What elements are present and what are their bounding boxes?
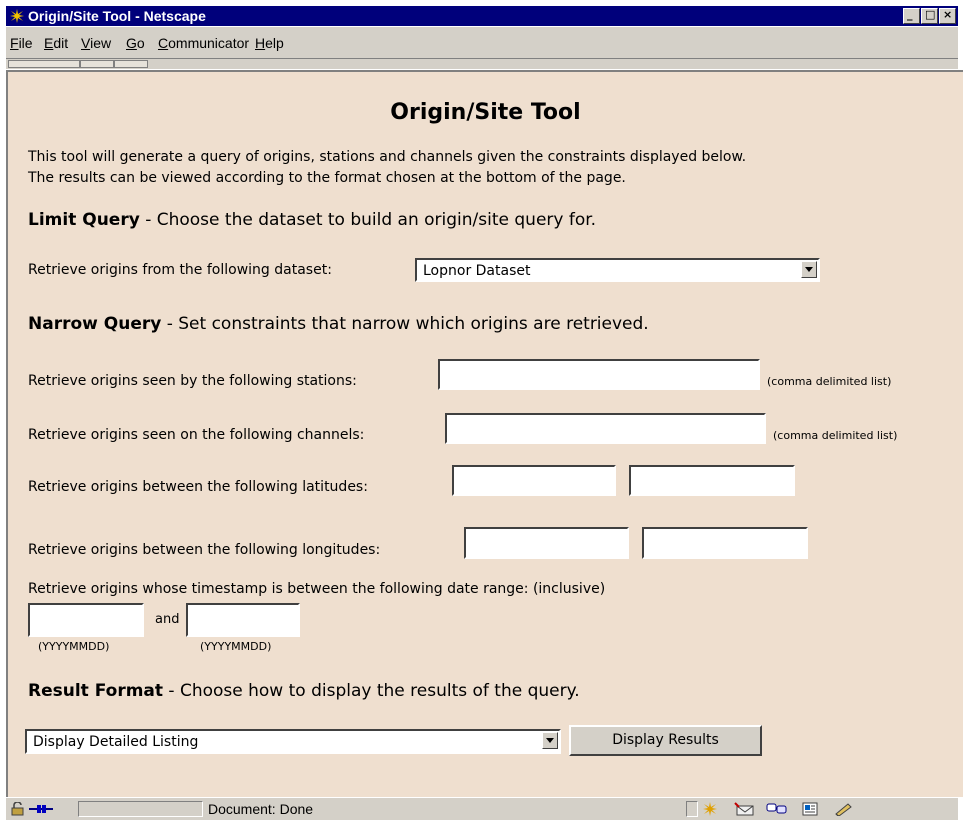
stations-label: Retrieve origins seen by the following s… [28,373,357,389]
dataset-select[interactable]: Lopnor Dataset [415,258,820,282]
window-title: Origin/Site Tool - Netscape [28,8,206,24]
netscape-icon [9,8,25,24]
maximize-icon: □ [925,8,936,21]
edit-pen-icon[interactable] [834,802,854,816]
navigator-icon[interactable] [702,802,718,816]
window-controls: _ □ × [902,8,956,24]
toolbar-grip-navigation[interactable] [8,60,80,68]
display-results-button[interactable]: Display Results [569,725,762,756]
narrow-query-desc: - Set constraints that narrow which orig… [161,314,649,334]
toolbar-grip-location[interactable] [80,60,114,68]
channels-label: Retrieve origins seen on the following c… [28,427,365,443]
dataset-selected-value: Lopnor Dataset [423,263,531,279]
result-format-selected-value: Display Detailed Listing [33,734,199,750]
longitude-min-input[interactable] [464,527,629,559]
latitude-min-input[interactable] [452,465,616,496]
chevron-down-icon[interactable] [542,732,558,749]
date-from-input[interactable] [28,603,144,637]
narrow-query-heading: Narrow Query - Set constraints that narr… [28,314,649,334]
minimize-icon: _ [907,8,913,21]
result-format-select[interactable]: Display Detailed Listing [25,729,561,754]
menu-go[interactable]: Go [126,35,145,51]
page-title: Origin/Site Tool [390,100,581,125]
page-viewport: Origin/Site Tool This tool will generate… [6,70,963,797]
progress-cell [78,801,203,817]
date-and-label: and [155,612,180,627]
status-divider [686,801,698,817]
maximize-button[interactable]: □ [921,8,938,24]
menu-bar: File Edit View Go Communicator Help [6,27,958,58]
limit-query-heading: Limit Query - Choose the dataset to buil… [28,210,596,230]
browser-window: Origin/Site Tool - Netscape _ □ × File Edi… [0,0,966,825]
latitudes-label: Retrieve origins between the following l… [28,479,368,495]
result-format-heading: Result Format - Choose how to display th… [28,681,580,701]
longitude-max-input[interactable] [642,527,808,559]
status-bar: Document: Done [6,797,958,820]
close-icon: × [943,8,953,21]
intro-line-1: This tool will generate a query of origi… [28,149,747,165]
date-from-hint: (YYYYMMDD) [38,640,110,653]
discussions-icon[interactable] [766,802,788,816]
menu-view[interactable]: View [81,35,111,51]
date-range-label: Retrieve origins whose timestamp is betw… [28,581,606,597]
chevron-down-icon[interactable] [801,261,817,278]
title-bar: Origin/Site Tool - Netscape _ □ × [6,6,958,26]
minimize-button[interactable]: _ [903,8,920,24]
limit-query-title: Limit Query [28,210,140,230]
date-to-hint: (YYYYMMDD) [200,640,272,653]
menu-edit[interactable]: Edit [44,35,68,51]
result-format-desc: - Choose how to display the results of t… [163,681,580,701]
connection-icon [29,805,53,813]
resize-grip[interactable] [882,801,956,817]
intro-line-2: The results can be viewed according to t… [28,170,626,186]
narrow-query-title: Narrow Query [28,314,162,334]
mail-icon[interactable] [734,802,756,816]
channels-hint: (comma delimited list) [773,429,898,442]
composer-icon[interactable] [802,802,818,816]
stations-input[interactable] [438,359,760,390]
status-text: Document: Done [208,801,314,817]
collapsed-toolbars [6,58,958,69]
latitude-max-input[interactable] [629,465,795,496]
page-content: Origin/Site Tool This tool will generate… [8,72,963,797]
menu-file[interactable]: File [10,35,33,51]
result-format-title: Result Format [28,681,164,701]
stations-hint: (comma delimited list) [767,375,892,388]
longitudes-label: Retrieve origins between the following l… [28,542,381,558]
menu-help[interactable]: Help [255,35,284,51]
dataset-label: Retrieve origins from the following data… [28,262,332,278]
intro-text: This tool will generate a query of origi… [28,147,746,189]
channels-input[interactable] [445,413,766,444]
close-button[interactable]: × [939,8,956,24]
limit-query-desc: - Choose the dataset to build an origin/… [139,210,597,230]
menu-communicator[interactable]: Communicator [158,35,249,51]
date-to-input[interactable] [186,603,300,637]
toolbar-grip-personal[interactable] [114,60,148,68]
lock-icon[interactable] [10,802,26,816]
